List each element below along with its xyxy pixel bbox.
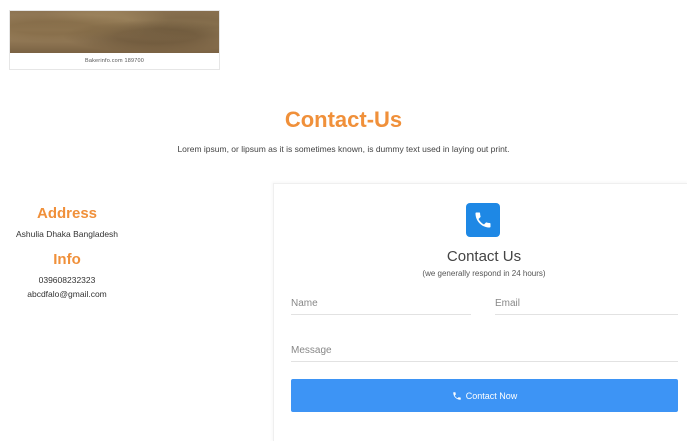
banner-photo <box>10 11 219 53</box>
email-input[interactable] <box>495 292 678 315</box>
contact-page: Bakerinfo.com 189700 Contact-Us Lorem ip… <box>0 0 687 441</box>
contact-now-button[interactable]: Contact Now <box>291 379 678 412</box>
info-heading: Info <box>53 251 81 268</box>
page-title: Contact-Us <box>284 107 403 132</box>
phone-icon <box>452 391 461 400</box>
banner-image: Bakerinfo.com 189700 <box>9 10 220 70</box>
contact-now-label: Contact Now <box>465 390 518 401</box>
address-heading: Address <box>36 205 98 222</box>
page-subtitle: Lorem ipsum, or lipsum as it is sometime… <box>177 144 510 154</box>
banner-caption: Bakerinfo.com 189700 <box>84 58 145 64</box>
email-text: abcdfalo@gmail.com <box>27 289 107 299</box>
form-title: Contact Us <box>446 248 522 265</box>
contact-form-card: Contact Us (we generally respond in 24 h… <box>273 183 687 441</box>
phone-icon <box>466 203 500 237</box>
form-subtitle: (we generally respond in 24 hours) <box>422 269 546 278</box>
message-input[interactable] <box>291 339 678 362</box>
contact-info: Address Ashulia Dhaka Bangladesh Info 03… <box>0 205 134 299</box>
phone-text: 039608232323 <box>38 275 96 285</box>
name-input[interactable] <box>291 292 471 315</box>
address-text: Ashulia Dhaka Bangladesh <box>15 229 119 239</box>
phone-icon-glyph <box>475 212 491 228</box>
